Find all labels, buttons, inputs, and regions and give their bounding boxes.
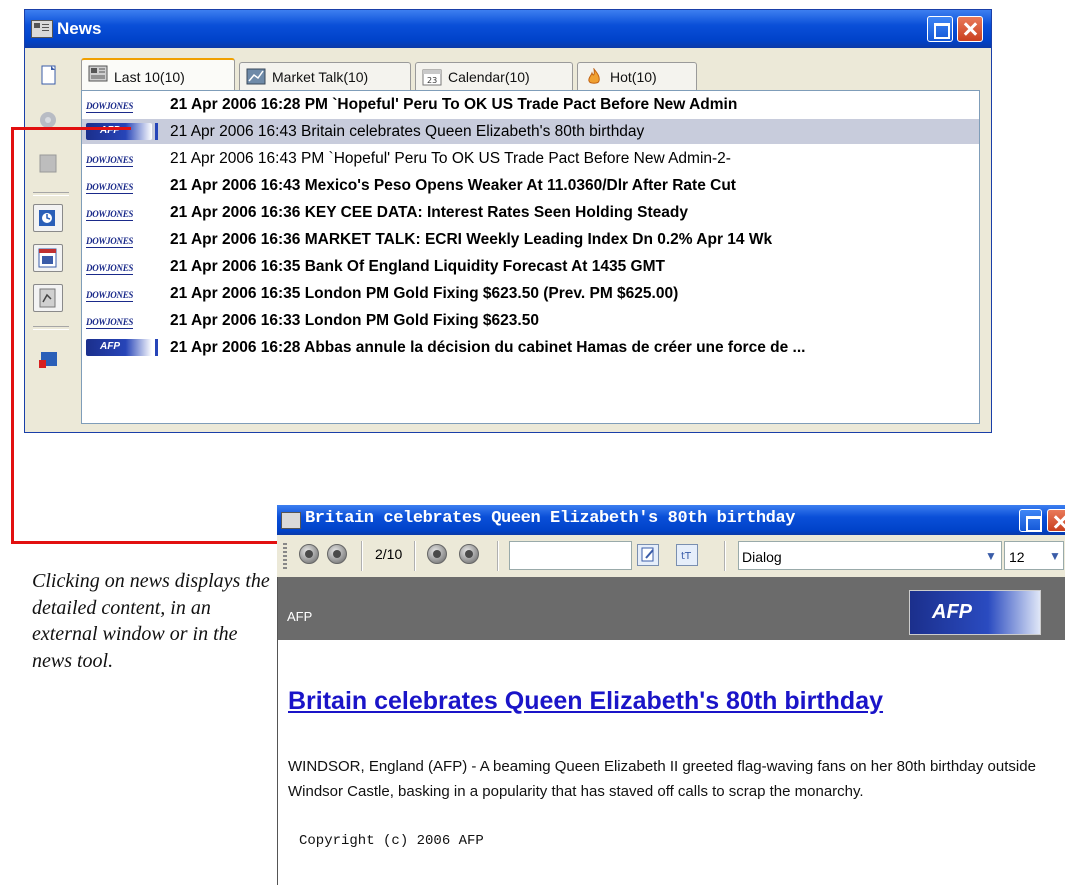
- news-window: News Last 10(10) Market Talk(10) 23 Cale…: [24, 9, 992, 433]
- font-size-value: 12: [1009, 549, 1025, 565]
- toolbar-separator: [361, 541, 363, 571]
- dowjones-logo: DOWJONES: [86, 155, 134, 167]
- dowjones-logo: DOWJONES: [86, 290, 134, 302]
- filter-icon[interactable]: [33, 150, 63, 178]
- news-headline: 21 Apr 2006 16:35 Bank Of England Liquid…: [170, 258, 665, 275]
- tab-calendar[interactable]: 23 Calendar(10): [415, 62, 573, 90]
- first-icon[interactable]: [299, 544, 319, 564]
- news-headline: 21 Apr 2006 16:36 KEY CEE DATA: Interest…: [170, 204, 688, 221]
- font-family-value: Dialog: [742, 549, 782, 565]
- flame-icon: [584, 67, 602, 84]
- dowjones-logo: DOWJONES: [86, 182, 134, 194]
- news-row[interactable]: AFP 21 Apr 2006 16:28 Abbas annule la dé…: [82, 335, 979, 360]
- svg-text:23: 23: [427, 76, 437, 85]
- close-button[interactable]: [1047, 509, 1065, 532]
- next-icon[interactable]: [427, 544, 447, 564]
- article-headline[interactable]: Britain celebrates Queen Elizabeth's 80t…: [288, 687, 883, 716]
- tab-label: Last 10(10): [114, 69, 185, 85]
- news-headline: 21 Apr 2006 16:43 Mexico's Peso Opens We…: [170, 177, 736, 194]
- chart-settings-icon[interactable]: [33, 284, 63, 312]
- detail-window: Britain celebrates Queen Elizabeth's 80t…: [277, 505, 1065, 885]
- clock-icon[interactable]: [33, 204, 63, 232]
- news-headline: 21 Apr 2006 16:36 MARKET TALK: ECRI Week…: [170, 231, 773, 248]
- news-row[interactable]: DOWJONES 21 Apr 2006 16:36 KEY CEE DATA:…: [82, 200, 979, 225]
- calendar-icon: 23: [422, 68, 442, 86]
- afp-logo: AFP: [909, 590, 1041, 635]
- article-copyright: Copyright (c) 2006 AFP: [299, 833, 484, 849]
- news-headline: 21 Apr 2006 16:43 PM `Hopeful' Peru To O…: [170, 150, 731, 167]
- news-row[interactable]: DOWJONES 21 Apr 2006 16:35 London PM Gol…: [82, 281, 979, 306]
- dowjones-logo: DOWJONES: [86, 236, 134, 248]
- afp-logo: AFP: [86, 123, 158, 140]
- text-size-icon[interactable]: tT: [676, 544, 698, 566]
- tab-label: Market Talk(10): [272, 69, 369, 85]
- news-headline: 21 Apr 2006 16:33 London PM Gold Fixing …: [170, 312, 539, 329]
- news-row[interactable]: AFP 21 Apr 2006 16:43 Britain celebrates…: [82, 119, 979, 144]
- news-headline: 21 Apr 2006 16:35 London PM Gold Fixing …: [170, 285, 679, 302]
- dowjones-logo: DOWJONES: [86, 317, 134, 329]
- tab-label: Hot(10): [610, 69, 657, 85]
- toolbar-separator: [414, 541, 416, 571]
- caption-text: Clicking on news displays the detailed c…: [32, 570, 270, 672]
- news-row[interactable]: DOWJONES 21 Apr 2006 16:28 PM `Hopeful' …: [82, 92, 979, 117]
- toolbar-grip[interactable]: [283, 543, 287, 571]
- article-body: WINDSOR, England (AFP) - A beaming Queen…: [288, 758, 1036, 800]
- source-header: AFP AFP: [277, 577, 1065, 640]
- detail-toolbar: 2/10 tT Dialog ▼ 12 ▼: [277, 535, 1065, 578]
- connector-line: [11, 127, 131, 130]
- tab-hot[interactable]: Hot(10): [577, 62, 697, 90]
- font-size-select[interactable]: 12 ▼: [1004, 541, 1064, 570]
- content-border: [277, 577, 278, 885]
- chart-icon: [246, 68, 266, 85]
- sidebar-separator: [33, 326, 69, 330]
- last-icon[interactable]: [459, 544, 479, 564]
- search-input[interactable]: [509, 541, 632, 570]
- app-icon: [281, 512, 301, 529]
- tab-market-talk[interactable]: Market Talk(10): [239, 62, 411, 90]
- news-headline: 21 Apr 2006 16:28 PM `Hopeful' Peru To O…: [170, 96, 738, 113]
- news-headline: 21 Apr 2006 16:43 Britain celebrates Que…: [170, 123, 645, 140]
- tab-last-10[interactable]: Last 10(10): [81, 58, 235, 90]
- newspaper-icon: [88, 65, 108, 82]
- previous-icon[interactable]: [327, 544, 347, 564]
- toolbar-separator: [497, 541, 499, 571]
- news-row[interactable]: DOWJONES 21 Apr 2006 16:36 MARKET TALK: …: [82, 227, 979, 252]
- news-list: DOWJONES 21 Apr 2006 16:28 PM `Hopeful' …: [81, 90, 980, 424]
- new-document-icon[interactable]: [33, 62, 63, 90]
- toolbar-separator: [724, 541, 726, 571]
- news-row[interactable]: DOWJONES 21 Apr 2006 16:43 PM `Hopeful' …: [82, 146, 979, 171]
- maximize-button[interactable]: [1019, 509, 1042, 532]
- chevron-down-icon[interactable]: ▼: [983, 543, 999, 569]
- close-button[interactable]: [957, 16, 983, 42]
- sidebar-separator: [33, 192, 69, 196]
- dowjones-logo: DOWJONES: [86, 209, 134, 221]
- news-row[interactable]: DOWJONES 21 Apr 2006 16:33 London PM Gol…: [82, 308, 979, 333]
- afp-logo: AFP: [86, 339, 158, 356]
- font-family-select[interactable]: Dialog ▼: [738, 541, 1002, 570]
- news-titlebar[interactable]: News: [25, 10, 991, 48]
- connector-line: [11, 541, 287, 544]
- svg-text:tT: tT: [681, 551, 692, 562]
- calendar-icon[interactable]: [33, 244, 63, 272]
- connector-line: [11, 127, 14, 544]
- news-headline: 21 Apr 2006 16:28 Abbas annule la décisi…: [170, 339, 806, 356]
- news-row[interactable]: DOWJONES 21 Apr 2006 16:35 Bank Of Engla…: [82, 254, 979, 279]
- dowjones-logo: DOWJONES: [86, 263, 134, 275]
- detail-titlebar[interactable]: Britain celebrates Queen Elizabeth's 80t…: [277, 505, 1065, 535]
- maximize-button[interactable]: [927, 16, 953, 42]
- source-label: AFP: [287, 609, 313, 624]
- edit-icon[interactable]: [637, 544, 659, 566]
- dowjones-logo: DOWJONES: [86, 101, 134, 113]
- chevron-down-icon[interactable]: ▼: [1047, 543, 1063, 569]
- export-icon[interactable]: [33, 346, 63, 374]
- app-icon: [31, 20, 53, 38]
- detail-window-title: Britain celebrates Queen Elizabeth's 80t…: [305, 509, 796, 528]
- tab-label: Calendar(10): [448, 69, 530, 85]
- pager-count: 2/10: [375, 546, 403, 562]
- news-window-title: News: [57, 19, 102, 38]
- news-row[interactable]: DOWJONES 21 Apr 2006 16:43 Mexico's Peso…: [82, 173, 979, 198]
